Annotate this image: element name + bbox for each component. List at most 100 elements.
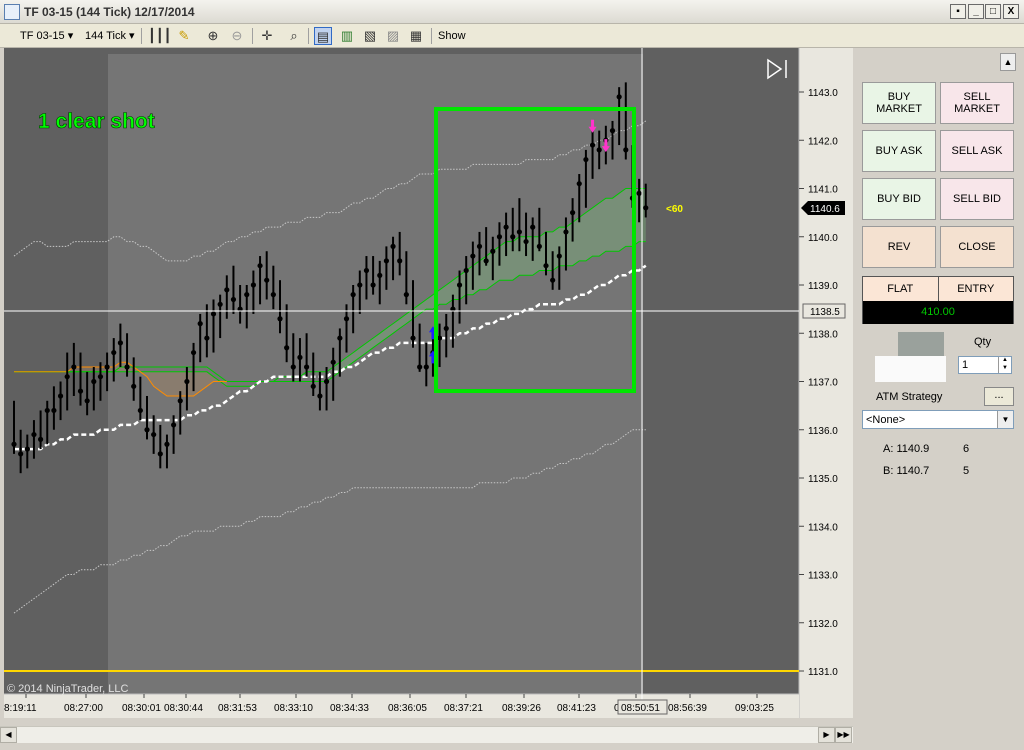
bar-close-dot [550,277,556,283]
show-menu[interactable]: Show [438,28,466,44]
time-tick-label: 08:56:39 [668,703,707,714]
price-tick-label: 1136.0 [808,426,838,437]
reverse-button[interactable]: REV [862,226,936,268]
chevron-down-icon[interactable]: ▼ [997,411,1013,428]
bar-close-dot [563,229,569,235]
time-tick-label: 08:30:01 [122,703,161,714]
bar-close-dot [131,383,137,389]
bar-style-icon[interactable]: ┃┃┃ [148,27,171,45]
bar-close-dot [277,316,283,322]
bar-close-dot [230,296,237,303]
instrument-selector[interactable]: TF 03-15 ▾ [20,28,73,44]
qty-stepper[interactable]: 1 ▲ ▼ [958,356,1012,374]
bar-close-dot [583,156,589,163]
qty-down-icon[interactable]: ▼ [998,365,1011,373]
bar-close-dot [257,263,263,269]
close-position-button[interactable]: CLOSE [940,226,1014,268]
toolbar-separator [252,28,253,44]
bar-close-dot [224,287,230,293]
position-box: FLAT ENTRY 410.00 [862,276,1014,324]
bar-close-dot [516,229,523,235]
crosshair-icon[interactable]: ✛ [258,27,276,45]
pin-button[interactable]: ▪ [950,4,966,19]
bar-close-dot [51,407,57,414]
bar-close-dot [343,316,350,322]
bar-close-dot [124,364,130,370]
window-title: TF 03-15 (144 Tick) 12/17/2014 [24,5,195,19]
bar-close-dot [323,378,330,385]
panel-scroll-up-icon[interactable]: ▲ [1000,53,1016,71]
scroll-end-button-icon[interactable]: ▶▶ [835,727,852,743]
copyright-text: © 2014 NinjaTrader, LLC [7,683,128,695]
time-tick-label: 08:33:10 [274,703,313,714]
bar-close-dot [270,292,276,298]
minimize-button[interactable]: _ [968,4,984,19]
properties-icon[interactable]: ▦ [407,27,425,45]
bar-close-dot [144,427,150,433]
bar-close-dot [204,335,210,341]
price-chart[interactable]: 1 clear shot <60 © 2014 NinjaTrader, LLC… [4,48,853,718]
chart-area[interactable]: 1 clear shot <60 © 2014 NinjaTrader, LLC… [4,48,853,718]
bar-close-dot [397,258,403,264]
atm-strategy-value: <None> [866,414,906,426]
bar-close-dot [217,301,223,307]
toolbar-separator [308,28,309,44]
time-tick-label: 08:31:53 [218,703,257,714]
close-button[interactable]: X [1003,4,1019,19]
sell-ask-button[interactable]: SELL ASK [940,130,1014,172]
strategies-icon[interactable]: ▧ [361,27,379,45]
interval-selector[interactable]: 144 Tick ▾ [85,28,135,44]
signal-label: <60 [666,204,683,215]
zoom-in-icon[interactable]: ⊕ [204,27,222,45]
bar-close-dot [417,364,423,370]
bar-close-dot [476,243,483,249]
scroll-left-icon[interactable]: ◀ [0,727,17,743]
bar-close-dot [443,325,449,332]
bar-close-dot [250,282,256,288]
bar-close-dot [403,292,409,298]
qty-up-icon[interactable]: ▲ [998,357,1011,365]
bar-close-dot [91,378,97,385]
templates-icon[interactable]: ▨ [384,27,402,45]
sell-market-button[interactable]: SELL MARKET [940,82,1014,124]
buy-bid-button[interactable]: BUY BID [862,178,936,220]
bar-close-dot [503,224,509,230]
bar-close-dot [57,393,64,399]
buy-ask-button[interactable]: BUY ASK [862,130,936,172]
bar-close-dot [410,335,416,341]
bar-close-dot [244,292,250,298]
sell-bid-button[interactable]: SELL BID [940,178,1014,220]
bar-close-dot [536,243,542,249]
bar-close-dot [97,374,104,380]
indicators-icon[interactable]: ▥ [338,27,356,45]
scroll-right-icon[interactable]: ▶ [818,727,835,743]
bar-close-dot [137,407,143,414]
crosshair-price-label: 1138.5 [802,303,846,319]
price-tick-label: 1142.0 [808,136,838,147]
crosshair-time-label: 08:50:51 [617,699,668,715]
magnifier-icon[interactable]: ⌕ [285,27,303,45]
bar-close-dot [337,335,343,341]
data-box-icon[interactable]: ▤ [314,27,332,45]
bar-close-dot [496,234,503,240]
bar-close-dot [71,364,77,370]
bar-close-dot [117,340,123,346]
bar-close-dot [390,243,396,249]
bar-close-dot [24,446,30,452]
time-tick-label: 8:19:11 [4,703,37,714]
atm-more-button[interactable]: ... [984,387,1014,406]
bar-close-dot [530,224,536,230]
bar-close-dot [596,147,602,153]
time-tick-label: 08:30:44 [164,703,203,714]
drawing-pencil-icon[interactable]: ✎ [175,27,193,45]
toolbar-separator [141,28,142,44]
bar-close-dot [370,282,376,288]
maximize-button[interactable]: □ [985,4,1001,19]
bar-close-dot [310,383,316,389]
bar-close-dot [284,345,290,351]
horizontal-scrollbar[interactable]: ◀ ▶ ▶▶ [0,726,853,743]
atm-strategy-select[interactable]: <None> ▼ [862,410,1014,429]
zoom-out-icon[interactable]: ⊖ [228,27,246,45]
buy-market-button[interactable]: BUY MARKET [862,82,936,124]
time-tick-label: 08:27:00 [64,703,103,714]
